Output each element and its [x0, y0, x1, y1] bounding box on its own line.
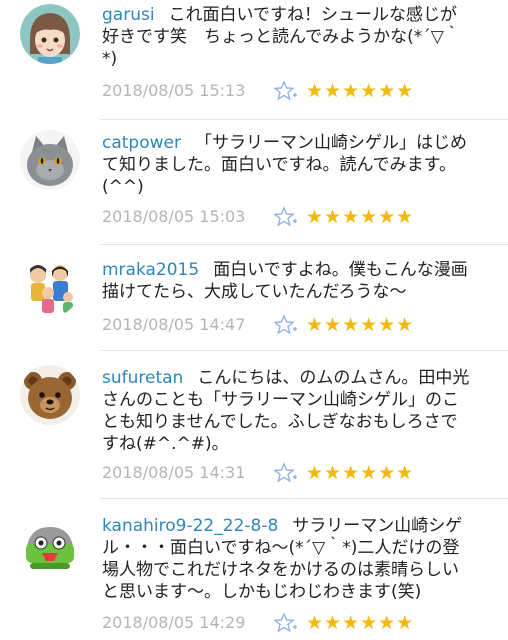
star-rating: ★★★★★★	[306, 462, 415, 484]
green-character-avatar[interactable]	[20, 515, 80, 575]
timestamp: 2018/08/05 14:47	[102, 315, 246, 334]
timestamp: 2018/08/05 15:13	[102, 81, 246, 100]
star-plus-icon[interactable]	[273, 612, 298, 634]
username-link[interactable]: sufuretan	[102, 368, 183, 388]
star-rating: ★★★★★★	[306, 206, 415, 228]
comment-body: sufuretan こんにちは、のムのムさん。田中光さんのことも「サラリーマン山崎…	[102, 367, 474, 455]
star-plus-icon[interactable]	[273, 462, 298, 484]
timestamp: 2018/08/05 14:29	[102, 613, 246, 632]
comment-meta: 2018/08/05 14:29 ★★★★★★	[102, 611, 508, 635]
family-illustration-avatar[interactable]	[20, 257, 80, 317]
star-plus-icon[interactable]	[273, 80, 298, 102]
star-plus-icon[interactable]	[273, 314, 298, 336]
gray-cat-avatar[interactable]	[20, 130, 80, 190]
star-rating: ★★★★★★	[306, 612, 415, 634]
comment-item: catpower 「サラリーマン山崎シゲル」はじめて知りました。面白いですね。読ん…	[0, 120, 508, 245]
username-link[interactable]: mraka2015	[102, 260, 199, 280]
comment-item: kanahiro9-22_22-8-8 サラリーマン山崎シゲル・・・面白いですね～…	[0, 499, 508, 640]
username-link[interactable]: garusi	[102, 5, 155, 25]
comment-meta: 2018/08/05 15:13 ★★★★★★	[102, 79, 508, 103]
comment-item: sufuretan こんにちは、のムのムさん。田中光さんのことも「サラリーマン山崎…	[0, 351, 508, 499]
star-rating: ★★★★★★	[306, 80, 415, 102]
timestamp: 2018/08/05 14:31	[102, 463, 246, 482]
star-plus-icon[interactable]	[273, 206, 298, 228]
comment-text: これ面白いですね！シュールな感じが好きです笑 ちょっと読んでみようかな(*´▽｀…	[102, 5, 461, 69]
comment-body: garusi これ面白いですね！シュールな感じが好きです笑 ちょっと読んでみようか…	[102, 4, 474, 70]
comment-meta: 2018/08/05 14:31 ★★★★★★	[102, 461, 508, 485]
username-link[interactable]: catpower	[102, 133, 181, 153]
comment-body: mraka2015 面白いですよね。僕もこんな漫画描けてたら、大成していたんだろう…	[102, 259, 474, 303]
comment-item: garusi これ面白いですね！シュールな感じが好きです笑 ちょっと読んでみようか…	[0, 0, 508, 120]
comment-body: catpower 「サラリーマン山崎シゲル」はじめて知りました。面白いですね。読ん…	[102, 132, 474, 198]
comment-item: mraka2015 面白いですよね。僕もこんな漫画描けてたら、大成していたんだろう…	[0, 245, 508, 351]
cartoon-face-avatar[interactable]	[20, 4, 80, 64]
comment-meta: 2018/08/05 15:03 ★★★★★★	[102, 205, 508, 229]
username-link[interactable]: kanahiro9-22_22-8-8	[102, 516, 278, 536]
teddy-bear-avatar[interactable]	[20, 365, 80, 425]
comment-body: kanahiro9-22_22-8-8 サラリーマン山崎シゲル・・・面白いですね～…	[102, 515, 474, 603]
comment-list: garusi これ面白いですね！シュールな感じが好きです笑 ちょっと読んでみようか…	[0, 0, 508, 640]
star-rating: ★★★★★★	[306, 314, 415, 336]
comment-meta: 2018/08/05 14:47 ★★★★★★	[102, 313, 508, 337]
timestamp: 2018/08/05 15:03	[102, 207, 246, 226]
